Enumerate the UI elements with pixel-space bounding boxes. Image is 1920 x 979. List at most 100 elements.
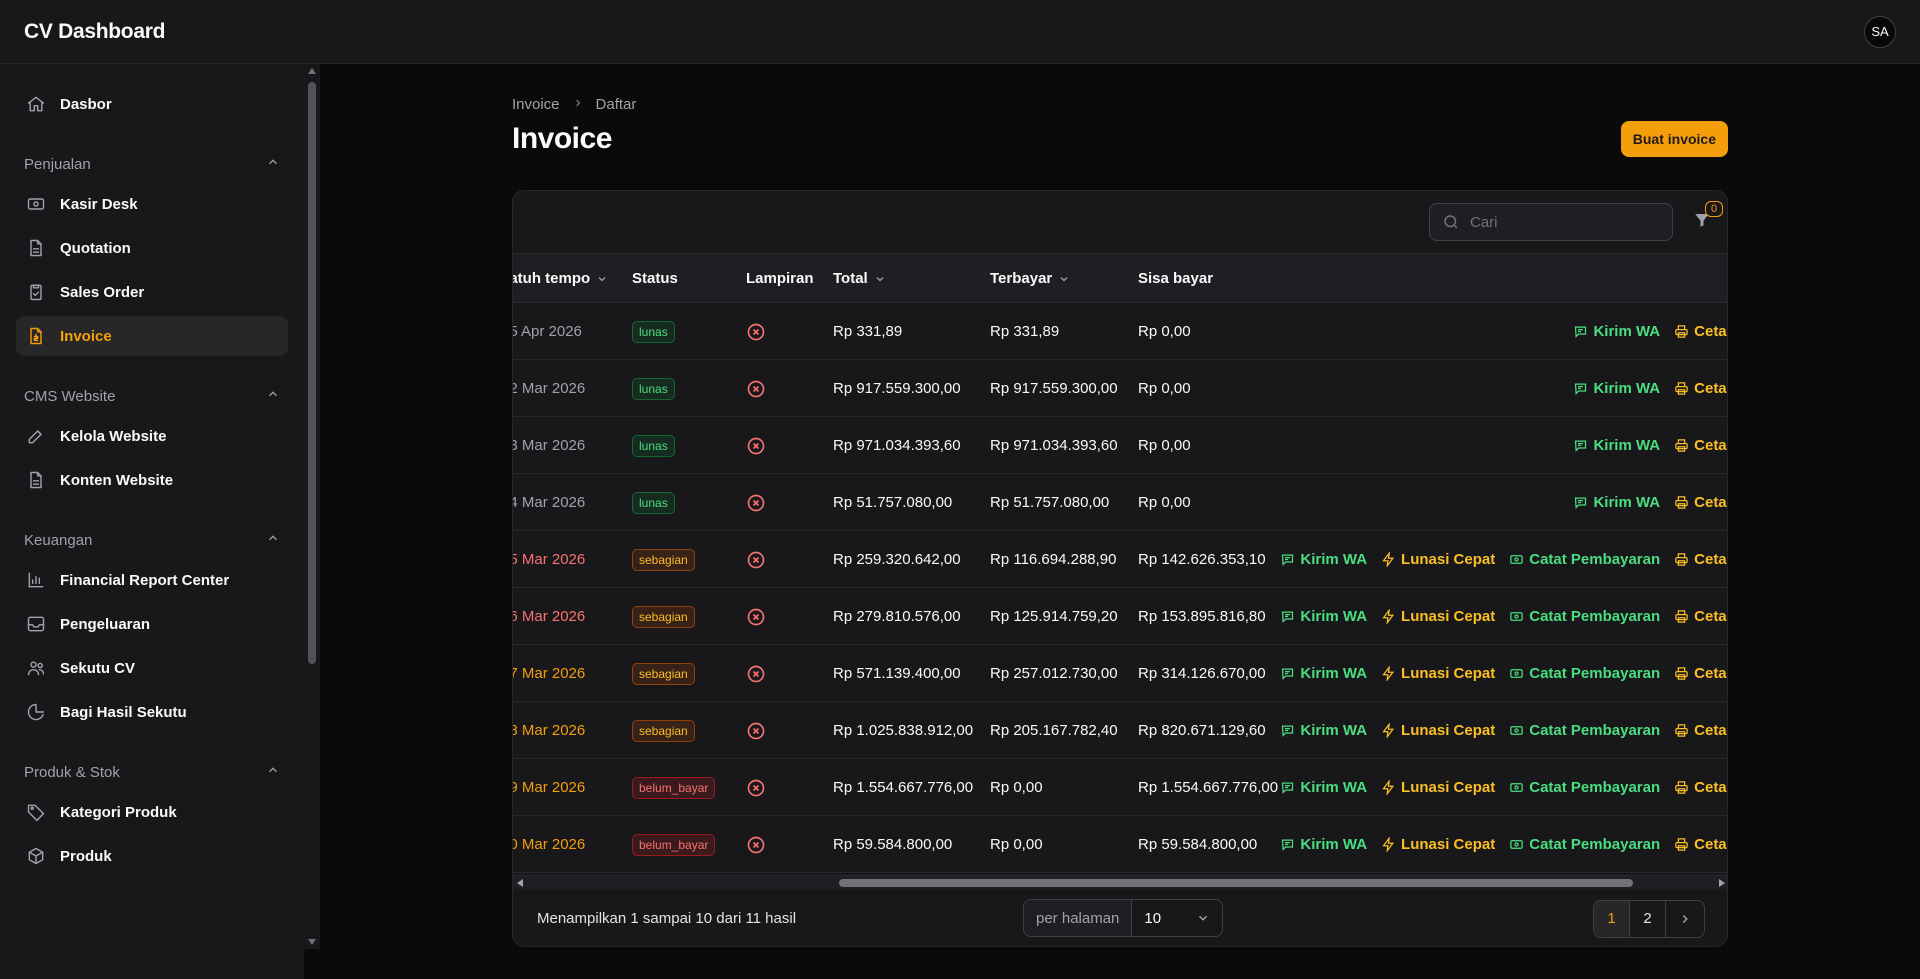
sidebar-group-penjualan[interactable]: Penjualan [16,144,288,184]
table-row[interactable]: 28 Mar 2026 sebagian Rp 1.025.838.912,00 Rp… [513,702,1727,759]
per-page-select[interactable]: per halaman 10 [1023,899,1224,937]
status-badge: sebagian [632,548,695,571]
send-whatsapp-button[interactable]: Kirim WA [1573,494,1660,511]
print-button[interactable]: Cetak [1674,551,1727,568]
search-box[interactable] [1429,203,1673,241]
row-actions: Kirim WA Lunasi Cepat Catat Pembayaran Ceta… [1266,645,1727,702]
page-2-button[interactable]: 2 [1630,900,1666,937]
print-button[interactable]: Cetak [1674,323,1727,340]
action-label: Cetak [1694,437,1727,454]
sidebar-item-sekutu-cv[interactable]: Sekutu CV [16,648,288,688]
sidebar-group-produk-and-stok[interactable]: Produk & Stok [16,752,288,792]
quick-settle-button[interactable]: Lunasi Cepat [1381,836,1495,853]
quick-settle-button[interactable]: Lunasi Cepat [1381,608,1495,625]
search-input[interactable] [1470,213,1650,231]
horizontal-scrollbar-thumb[interactable] [839,879,1633,887]
due-date-cell: 27 Mar 2026 [513,665,586,682]
lightning-icon [1381,780,1396,795]
sidebar-group-keuangan[interactable]: Keuangan [16,520,288,560]
table-row[interactable]: 24 Mar 2026 lunas Rp 51.757.080,00 Rp 51.75… [513,474,1727,531]
table-row[interactable]: 29 Mar 2026 belum_bayar Rp 1.554.667.776,0… [513,759,1727,816]
table-row[interactable]: 22 Mar 2026 lunas Rp 917.559.300,00 Rp 917.… [513,360,1727,417]
sidebar-item-kelola-website[interactable]: Kelola Website [16,416,288,456]
table-row[interactable]: 30 Mar 2026 belum_bayar Rp 59.584.800,00 Rp… [513,816,1727,873]
action-label: Kirim WA [1593,323,1661,340]
record-payment-button[interactable]: Catat Pembayaran [1509,551,1660,568]
send-whatsapp-button[interactable]: Kirim WA [1280,551,1367,568]
column-header-total[interactable]: Total [833,254,886,303]
print-button[interactable]: Cetak [1674,722,1727,739]
sidebar-item-quotation[interactable]: Quotation [16,228,288,268]
sidebar-item-dasbor[interactable]: Dasbor [16,84,288,124]
status-badge: lunas [632,434,675,457]
send-whatsapp-button[interactable]: Kirim WA [1280,836,1367,853]
sidebar-item-konten-website[interactable]: Konten Website [16,460,288,500]
print-button[interactable]: Cetak [1674,380,1727,397]
document-icon [24,236,48,260]
per-page-dropdown[interactable]: 10 [1132,900,1223,936]
record-payment-button[interactable]: Catat Pembayaran [1509,722,1660,739]
send-whatsapp-button[interactable]: Kirim WA [1573,437,1660,454]
table-row[interactable]: 25 Apr 2026 lunas Rp 331,89 Rp 331,89 Rp 0,0… [513,303,1727,360]
sidebar-item-produk[interactable]: Produk [16,836,288,876]
action-label: Cetak [1694,323,1727,340]
table-row[interactable]: 25 Mar 2026 sebagian Rp 259.320.642,00 Rp 1… [513,531,1727,588]
breadcrumb-parent[interactable]: Invoice [512,96,560,113]
page-title: Invoice [512,122,612,155]
page-1-button[interactable]: 1 [1594,900,1630,937]
app-title[interactable]: CV Dashboard [24,20,165,44]
quick-settle-button[interactable]: Lunasi Cepat [1381,551,1495,568]
action-label: Catat Pembayaran [1529,779,1661,796]
record-payment-button[interactable]: Catat Pembayaran [1509,665,1660,682]
scrollbar-thumb[interactable] [308,82,316,664]
breadcrumb: Invoice Daftar [512,96,1728,113]
scroll-down-arrow[interactable] [308,939,316,945]
print-button[interactable]: Cetak [1674,836,1727,853]
print-button[interactable]: Cetak [1674,608,1727,625]
table-row[interactable]: 23 Mar 2026 lunas Rp 971.034.393,60 Rp 971.… [513,417,1727,474]
user-avatar[interactable]: SA [1864,15,1896,48]
filter-count-badge: 0 [1705,200,1723,217]
send-whatsapp-button[interactable]: Kirim WA [1280,665,1367,682]
table-row[interactable]: 26 Mar 2026 sebagian Rp 279.810.576,00 Rp 1… [513,588,1727,645]
filter-button[interactable]: 0 [1693,200,1723,234]
sidebar-scrollbar[interactable] [304,64,320,949]
sidebar-item-label: Kategori Produk [60,803,177,821]
column-header-paid[interactable]: Terbayar [990,254,1070,303]
sidebar-item-label: Sales Order [60,283,145,301]
send-whatsapp-button[interactable]: Kirim WA [1573,380,1660,397]
sidebar-group-cms-website[interactable]: CMS Website [16,376,288,416]
scroll-left-arrow[interactable] [517,879,523,887]
record-payment-button[interactable]: Catat Pembayaran [1509,779,1660,796]
print-button[interactable]: Cetak [1674,665,1727,682]
print-button[interactable]: Cetak [1674,779,1727,796]
table-horizontal-scrollbar[interactable] [513,875,1727,889]
sidebar-item-sales-order[interactable]: Sales Order [16,272,288,312]
table-row[interactable]: 27 Mar 2026 sebagian Rp 571.139.400,00 Rp 2… [513,645,1727,702]
send-whatsapp-button[interactable]: Kirim WA [1280,608,1367,625]
scroll-right-arrow[interactable] [1719,879,1725,887]
sidebar-item-kategori-produk[interactable]: Kategori Produk [16,792,288,832]
send-whatsapp-button[interactable]: Kirim WA [1280,779,1367,796]
chevron-up-icon [266,155,280,173]
record-payment-button[interactable]: Catat Pembayaran [1509,836,1660,853]
sidebar-item-kasir-desk[interactable]: Kasir Desk [16,184,288,224]
sidebar-item-financial-report-center[interactable]: Financial Report Center [16,560,288,600]
sidebar-item-invoice[interactable]: Invoice [16,316,288,356]
sidebar-item-bagi-hasil-sekutu[interactable]: Bagi Hasil Sekutu [16,692,288,732]
create-invoice-button[interactable]: Buat invoice [1620,121,1728,157]
print-button[interactable]: Cetak [1674,437,1727,454]
quick-settle-button[interactable]: Lunasi Cepat [1381,779,1495,796]
quick-settle-button[interactable]: Lunasi Cepat [1381,722,1495,739]
record-payment-button[interactable]: Catat Pembayaran [1509,608,1660,625]
column-header-due[interactable]: Jatuh tempo [513,254,608,303]
print-button[interactable]: Cetak [1674,494,1727,511]
sidebar-item-pengeluaran[interactable]: Pengeluaran [16,604,288,644]
table-toolbar: 0 [513,191,1727,254]
scroll-up-arrow[interactable] [308,68,316,74]
quick-settle-button[interactable]: Lunasi Cepat [1381,665,1495,682]
send-whatsapp-button[interactable]: Kirim WA [1573,323,1660,340]
send-whatsapp-button[interactable]: Kirim WA [1280,722,1367,739]
chart-bar-icon [24,568,48,592]
next-page-button[interactable] [1666,901,1704,937]
